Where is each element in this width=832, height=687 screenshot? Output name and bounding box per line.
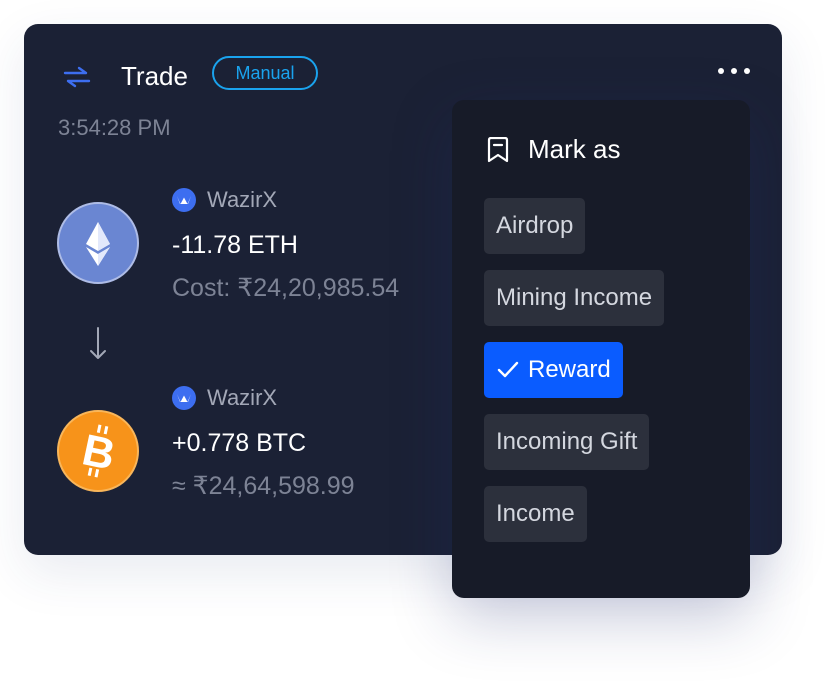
sent-exchange-name: WazirX	[207, 187, 278, 212]
option-label: Reward	[528, 356, 611, 383]
arrow-down-icon	[90, 327, 106, 359]
bitcoin-icon: B	[57, 410, 139, 492]
option-reward[interactable]: Reward	[484, 342, 623, 398]
menu-title: Mark as	[528, 134, 621, 164]
transaction-type-title: Trade	[121, 61, 188, 91]
manual-badge: Manual	[212, 56, 318, 90]
sent-cost: Cost: ₹24,20,985.54	[172, 274, 400, 302]
option-label: Airdrop	[496, 212, 574, 239]
check-icon	[497, 361, 519, 378]
wazirx-logo-icon	[172, 188, 196, 212]
received-amount: +0.778 BTC	[172, 429, 307, 457]
received-exchange-name: WazirX	[207, 385, 278, 410]
swap-icon	[63, 66, 91, 88]
bookmark-icon	[487, 137, 509, 163]
mark-as-menu: Mark as Airdrop Mining Income Reward Inc…	[452, 100, 750, 598]
transaction-time: 3:54:28 PM	[58, 115, 171, 140]
more-options-icon[interactable]	[718, 66, 752, 76]
option-label: Income	[496, 500, 575, 527]
received-value: ≈ ₹24,64,598.99	[172, 472, 355, 500]
sent-amount: -11.78 ETH	[172, 231, 298, 259]
option-label: Mining Income	[496, 284, 653, 311]
wazirx-logo-icon	[172, 386, 196, 410]
ethereum-icon	[57, 202, 139, 284]
option-mining-income[interactable]: Mining Income	[484, 270, 665, 326]
option-incoming-gift[interactable]: Incoming Gift	[484, 414, 650, 470]
option-airdrop[interactable]: Airdrop	[484, 198, 586, 254]
option-label: Incoming Gift	[496, 428, 638, 455]
option-income[interactable]: Income	[484, 486, 587, 542]
